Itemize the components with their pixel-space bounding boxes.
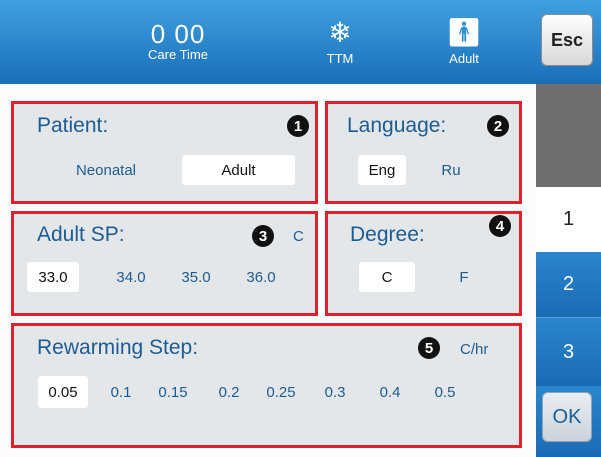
option-step-04[interactable]: 0.4 bbox=[372, 378, 408, 406]
option-celsius[interactable]: C bbox=[359, 262, 415, 292]
option-sp-36[interactable]: 36.0 bbox=[239, 263, 283, 291]
option-step-03[interactable]: 0.3 bbox=[317, 378, 353, 406]
option-sp-35[interactable]: 35.0 bbox=[174, 263, 218, 291]
rewarming-title: Rewarming Step: bbox=[37, 336, 199, 359]
option-sp-33[interactable]: 33.0 bbox=[27, 262, 79, 292]
badge-5: 5 bbox=[418, 337, 440, 359]
language-section: Language: 2 Eng Ru bbox=[325, 101, 522, 204]
option-fahrenheit[interactable]: F bbox=[446, 263, 482, 291]
adult-sp-section: Adult SP: 3 C 33.0 34.0 35.0 36.0 bbox=[11, 211, 318, 316]
option-ru[interactable]: Ru bbox=[431, 156, 471, 184]
adult-label: Adult bbox=[449, 51, 479, 66]
top-bar: 0 00 Care Time ❄ TTM 🚹︎ Adult Esc bbox=[0, 0, 601, 84]
option-step-02[interactable]: 0.2 bbox=[211, 378, 247, 406]
ok-button[interactable]: OK bbox=[542, 392, 592, 442]
rewarming-step-section: Rewarming Step: 5 C/hr 0.05 0.1 0.15 0.2… bbox=[11, 323, 522, 448]
option-step-025[interactable]: 0.25 bbox=[259, 378, 303, 406]
ttm-indicator: ❄ TTM bbox=[310, 18, 370, 66]
badge-1: 1 bbox=[287, 115, 309, 137]
option-eng[interactable]: Eng bbox=[358, 155, 406, 185]
esc-button[interactable]: Esc bbox=[541, 14, 593, 66]
tab-2[interactable]: 2 bbox=[536, 252, 601, 318]
patient-section: Patient: 1 Neonatal Adult bbox=[11, 101, 318, 204]
language-title: Language: bbox=[347, 114, 447, 137]
side-tab-blank bbox=[536, 84, 601, 187]
care-time-label: Care Time bbox=[148, 47, 208, 62]
ttm-label: TTM bbox=[326, 51, 354, 66]
degree-section: Degree: 4 C F bbox=[325, 211, 522, 316]
adult-sp-title: Adult SP: bbox=[37, 223, 125, 246]
option-neonatal[interactable]: Neonatal bbox=[56, 156, 156, 184]
degree-title: Degree: bbox=[350, 223, 425, 246]
care-time-value: 0 00 bbox=[150, 19, 206, 49]
care-time: 0 00 Care Time bbox=[128, 20, 228, 62]
option-step-05[interactable]: 0.5 bbox=[427, 378, 463, 406]
patient-type-indicator: 🚹︎ Adult bbox=[434, 18, 494, 66]
option-step-005[interactable]: 0.05 bbox=[38, 376, 88, 408]
snowflake-icon: ❄ bbox=[328, 17, 352, 48]
adult-sp-unit: C bbox=[293, 228, 304, 245]
patient-title: Patient: bbox=[37, 114, 109, 137]
badge-4: 4 bbox=[489, 215, 511, 237]
option-adult[interactable]: Adult bbox=[182, 155, 295, 185]
tab-1[interactable]: 1 bbox=[536, 187, 601, 252]
rewarming-unit: C/hr bbox=[460, 341, 489, 358]
badge-3: 3 bbox=[252, 225, 274, 247]
option-step-01[interactable]: 0.1 bbox=[103, 378, 139, 406]
tab-3[interactable]: 3 bbox=[536, 318, 601, 386]
option-step-015[interactable]: 0.15 bbox=[152, 378, 194, 406]
badge-2: 2 bbox=[487, 115, 509, 137]
person-icon: 🚹︎ bbox=[446, 17, 482, 48]
option-sp-34[interactable]: 34.0 bbox=[109, 263, 153, 291]
